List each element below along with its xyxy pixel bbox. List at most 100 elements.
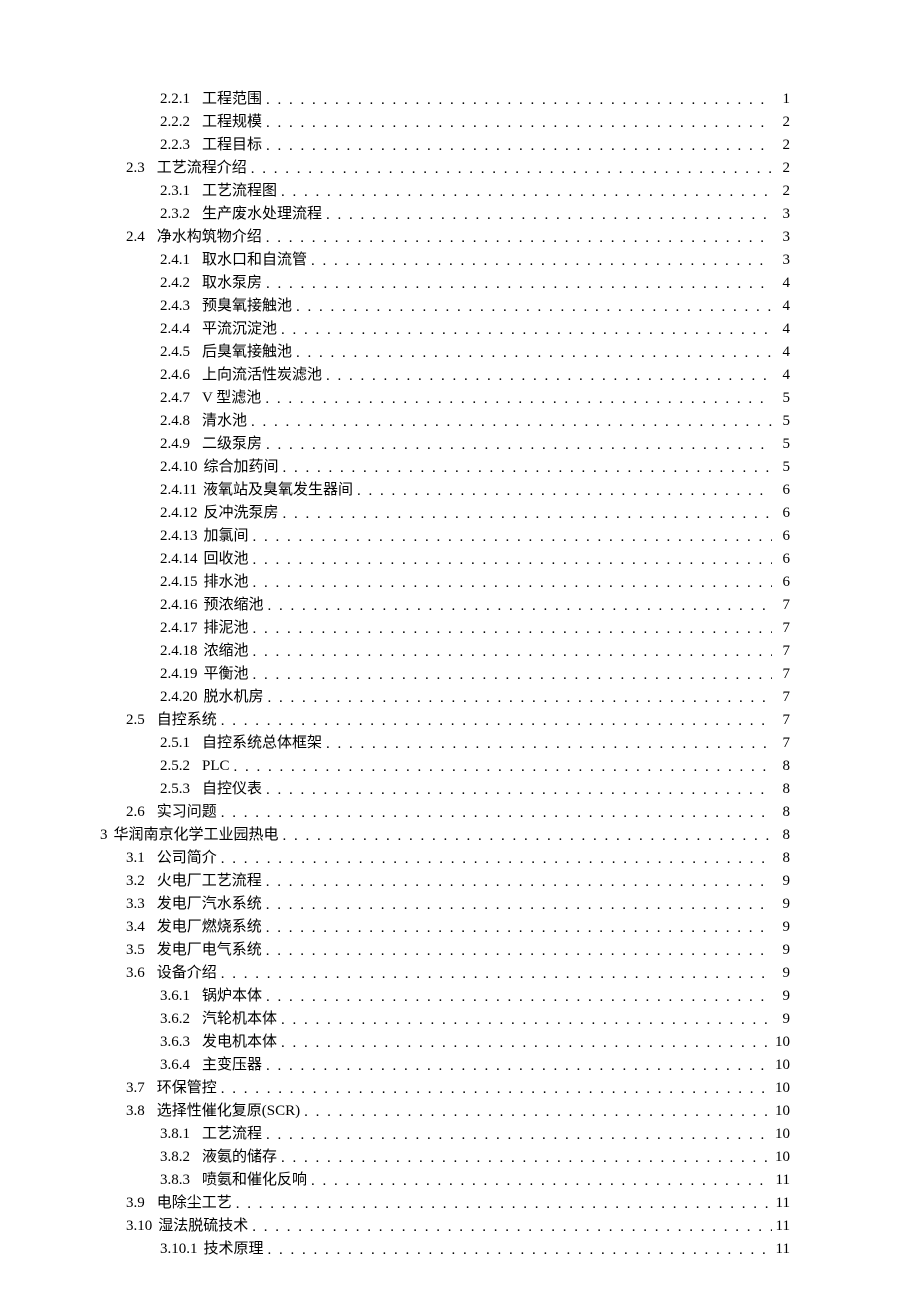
toc-leader-dots [277,1032,772,1055]
toc-page-number: 4 [772,341,790,364]
toc-leader-dots [322,204,772,227]
toc-entry: 2.2.1工程范围1 [100,88,790,111]
toc-number: 2.4.5 [160,341,190,364]
toc-leader-dots [279,503,772,526]
toc-title: 取水泵房 [190,272,262,295]
toc-title: 汽轮机本体 [190,1008,277,1031]
toc-number: 2.4.20 [160,686,198,709]
toc-entry: 2.4.2取水泵房4 [100,272,790,295]
toc-title: 二级泵房 [190,433,262,456]
toc-leader-dots [262,986,772,1009]
toc-number: 3.8.2 [160,1146,190,1169]
toc-page-number: 2 [772,180,790,203]
toc-entry: 3.8.2液氨的储存10 [100,1146,790,1169]
toc-page-number: 7 [772,640,790,663]
toc-leader-dots [322,365,772,388]
toc-page-number: 6 [772,525,790,548]
toc-entry: 3.8.1工艺流程10 [100,1123,790,1146]
toc-title: 自控系统 [145,709,217,732]
toc-page-number: 11 [772,1215,790,1238]
toc-leader-dots [249,549,772,572]
toc-number: 3.6.4 [160,1054,190,1077]
toc-entry: 3.9电除尘工艺 11 [100,1192,790,1215]
toc-page-number: 7 [772,617,790,640]
toc-page-number: 7 [772,594,790,617]
toc-number: 2.4.1 [160,249,190,272]
toc-title: 发电厂电气系统 [145,939,262,962]
toc-leader-dots [249,641,772,664]
toc-title: 平流沉淀池 [190,318,277,341]
toc-leader-dots [264,687,772,710]
toc-title: PLC [190,755,230,778]
toc-entry: 2.4.16预浓缩池7 [100,594,790,617]
toc-leader-dots [262,940,772,963]
toc-page-number: 10 [772,1031,790,1054]
toc-leader-dots [262,227,772,250]
toc-page-number: 11 [772,1192,790,1215]
toc-entry: 3.1公司简介8 [100,847,790,870]
toc-page-number: 6 [772,502,790,525]
toc-title: 电除尘工艺 [145,1192,232,1215]
toc-number: 2.4.11 [160,479,197,502]
toc-page-number: 9 [772,985,790,1008]
toc-title: 清水池 [190,410,247,433]
toc-number: 2.3.2 [160,203,190,226]
toc-leader-dots [262,112,772,135]
toc-number: 2.4.12 [160,502,198,525]
toc-number: 2.4.7 [160,387,190,410]
toc-entry: 2.4.18浓缩池7 [100,640,790,663]
toc-title: 环保管控 [145,1077,217,1100]
toc-title: 预浓缩池 [198,594,264,617]
toc-title: 工艺流程图 [190,180,277,203]
toc-entry: 2.2.2工程规模2 [100,111,790,134]
toc-number: 2.4 [126,226,145,249]
toc-page-number: 7 [772,663,790,686]
toc-number: 3.4 [126,916,145,939]
toc-page-number: 9 [772,939,790,962]
toc-title: V 型滤池 [190,387,261,410]
toc-leader-dots [262,89,772,112]
toc-page-number: 7 [772,732,790,755]
toc-number: 3.6.3 [160,1031,190,1054]
toc-number: 2.4.10 [160,456,198,479]
toc-page-number: 6 [772,571,790,594]
toc-leader-dots [277,1009,772,1032]
toc-page-number: 8 [772,755,790,778]
toc-title: 自控系统总体框架 [190,732,322,755]
toc-leader-dots [262,135,772,158]
toc-entry: 2.3工艺流程介绍2 [100,157,790,180]
toc-leader-dots [353,480,772,503]
toc-title: 技术原理 [198,1238,264,1261]
toc-leader-dots [249,664,772,687]
toc-number: 2.2.3 [160,134,190,157]
toc-page-number: 2 [772,111,790,134]
toc-page-number: 9 [772,893,790,916]
toc-number: 3.2 [126,870,145,893]
toc-title: 后臭氧接触池 [190,341,292,364]
toc-page-number: 10 [772,1100,790,1123]
toc-page-number: 8 [772,801,790,824]
toc-page-number: 6 [772,479,790,502]
toc-leader-dots [262,894,772,917]
toc-entry: 2.4.11液氧站及臭氧发生器间6 [100,479,790,502]
toc-page-number: 2 [772,134,790,157]
toc-leader-dots [264,1239,772,1262]
toc-leader-dots [277,181,772,204]
toc-page-number: 9 [772,962,790,985]
toc-leader-dots [322,733,772,756]
toc-entry: 2.4.5后臭氧接触池 4 [100,341,790,364]
toc-number: 3.9 [126,1192,145,1215]
toc-entry: 3.3发电厂汽水系统9 [100,893,790,916]
toc-page-number: 8 [772,824,790,847]
toc-entry: 2.4.6上向流活性炭滤池4 [100,364,790,387]
toc-number: 2.4.15 [160,571,198,594]
toc-leader-dots [217,1078,772,1101]
toc-number: 3.8.3 [160,1169,190,1192]
toc-title: 净水构筑物介绍 [145,226,262,249]
toc-page-number: 6 [772,548,790,571]
toc-number: 3.5 [126,939,145,962]
toc-title: 综合加药间 [198,456,279,479]
toc-leader-dots [292,342,772,365]
toc-entry: 3.10湿法脱硫技术11 [100,1215,790,1238]
toc-leader-dots [247,158,772,181]
